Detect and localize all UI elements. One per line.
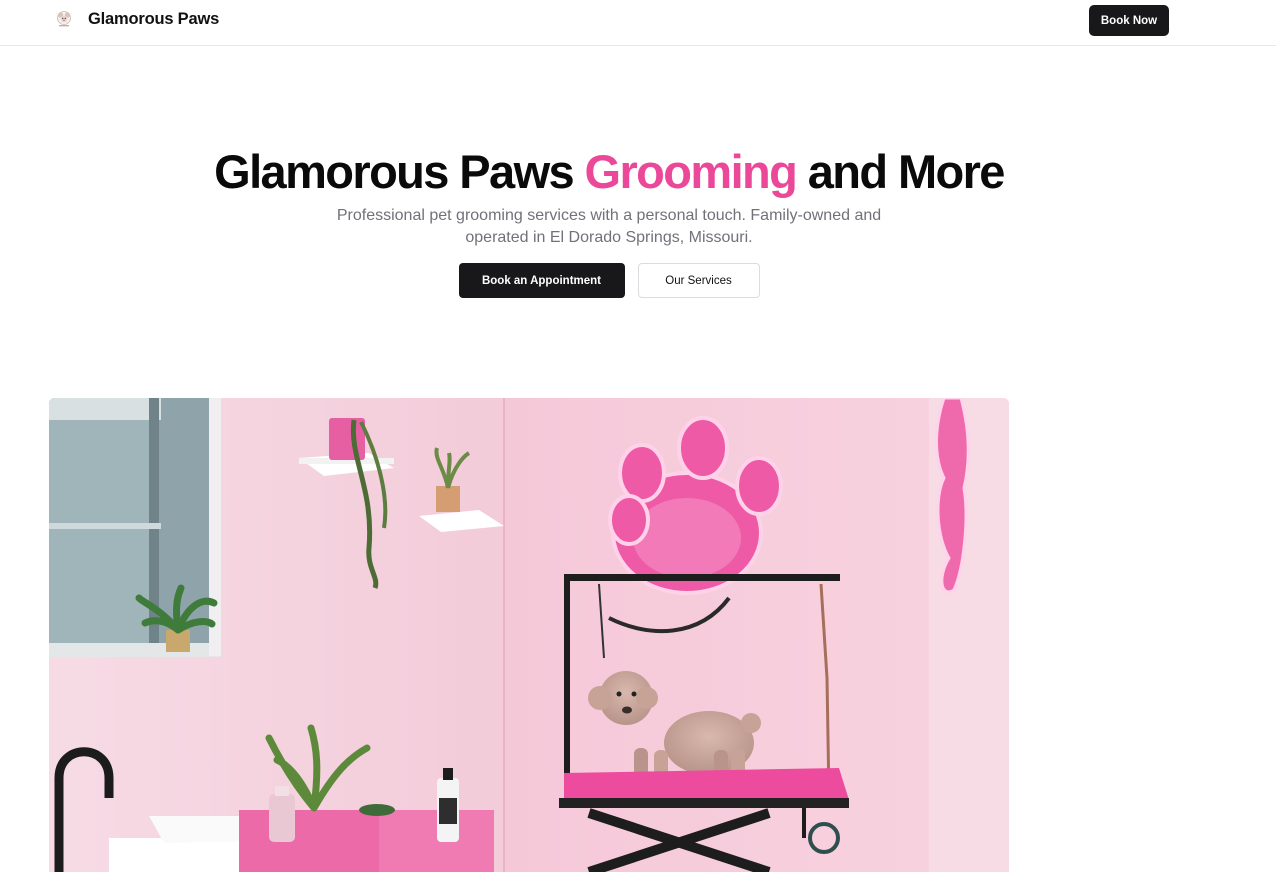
hero-title: Glamorous Paws Grooming and More (0, 140, 1218, 204)
top-navbar: Glamorous Paws Book Now (0, 0, 1276, 46)
hero-title-start: Glamorous Paws (214, 145, 585, 198)
hero-title-end: and More (796, 145, 1006, 198)
brand-name: Glamorous Paws (88, 9, 220, 28)
hero-section: Glamorous Paws Grooming and More Profess… (0, 140, 1218, 298)
book-now-button[interactable]: Book Now (1089, 5, 1169, 36)
hero-photo (49, 398, 1009, 872)
poodle-logo-icon (57, 11, 71, 27)
hero-actions: Book an Appointment Our Services (0, 263, 1218, 298)
book-appointment-button[interactable]: Book an Appointment (458, 263, 625, 298)
hero-title-accent: Grooming (584, 145, 798, 198)
our-services-button[interactable]: Our Services (637, 263, 760, 298)
window (49, 398, 221, 657)
brand-link[interactable]: Glamorous Paws (54, 8, 219, 30)
grooming-salon-illustration (49, 398, 1009, 872)
hero-subtitle: Professional pet grooming services with … (336, 207, 882, 246)
